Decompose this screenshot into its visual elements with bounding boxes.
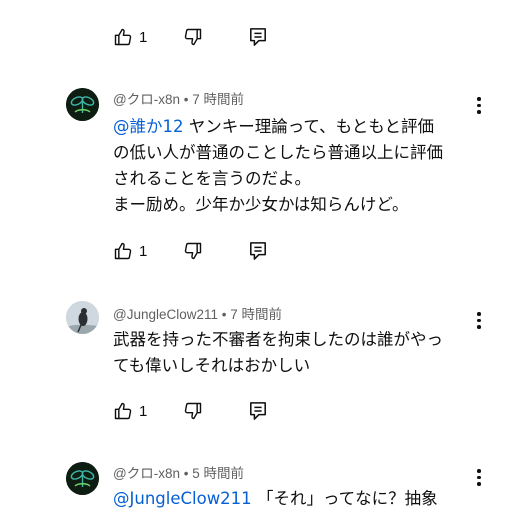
thumb-up-icon: [114, 28, 132, 46]
timestamp[interactable]: 5 時間前: [192, 466, 244, 481]
more-vert-icon: [477, 97, 481, 101]
comment-text: @誰か12 ヤンキー理論って、もともと評価 の低い人が普通のことしたら普通以上に…: [113, 117, 443, 214]
avatar[interactable]: [66, 462, 99, 495]
reply-button[interactable]: [249, 27, 267, 47]
reply-button[interactable]: [249, 241, 267, 261]
plant-logo-icon: [66, 88, 99, 121]
author-name[interactable]: @クロ-x8n: [113, 466, 180, 481]
like-count: 1: [139, 402, 148, 420]
comment-actions: 1: [113, 398, 267, 424]
more-button[interactable]: [474, 97, 484, 114]
thumb-up-icon: [114, 402, 132, 420]
author-name[interactable]: @JungleClow211: [113, 307, 218, 322]
like-button[interactable]: 1: [113, 401, 183, 421]
comment-actions: 1: [113, 24, 267, 50]
thumb-down-icon: [184, 28, 202, 46]
comment-meta: @クロ-x8n • 7 時間前: [113, 88, 244, 108]
reply-icon: [250, 402, 266, 420]
like-count: 1: [139, 28, 148, 46]
more-button[interactable]: [474, 469, 484, 486]
timestamp[interactable]: 7 時間前: [192, 92, 244, 107]
comment-actions: 1: [113, 238, 267, 264]
mention-link[interactable]: @誰か12: [113, 117, 184, 136]
comment-meta: @クロ-x8n • 5 時間前: [113, 462, 244, 482]
comment-meta: @JungleClow211 • 7 時間前: [113, 303, 282, 323]
timestamp[interactable]: 7 時間前: [230, 307, 282, 322]
reply-icon: [250, 242, 266, 260]
dislike-button[interactable]: [183, 241, 249, 261]
plant-logo-icon: [66, 462, 99, 495]
reply-icon: [250, 28, 266, 46]
comment-text: @JungleClow211 「それ」ってなに？抽象: [113, 489, 438, 508]
author-name[interactable]: @クロ-x8n: [113, 92, 180, 107]
mention-link[interactable]: @JungleClow211: [113, 489, 252, 508]
separator: •: [221, 307, 227, 322]
reply-button[interactable]: [249, 401, 267, 421]
like-button[interactable]: 1: [113, 27, 183, 47]
like-button[interactable]: 1: [113, 241, 183, 261]
thumb-down-icon: [184, 402, 202, 420]
bird-photo-icon: [66, 301, 99, 334]
separator: •: [183, 92, 189, 107]
thumb-down-icon: [184, 242, 202, 260]
avatar[interactable]: [66, 88, 99, 121]
separator: •: [183, 466, 189, 481]
thumb-up-icon: [114, 242, 132, 260]
more-vert-icon: [477, 312, 481, 316]
dislike-button[interactable]: [183, 27, 249, 47]
more-vert-icon: [477, 469, 481, 473]
avatar[interactable]: [66, 301, 99, 334]
dislike-button[interactable]: [183, 401, 249, 421]
comment-text: 武器を持った不審者を拘束したのは誰がやっ ても偉いしそれはおかしい: [113, 330, 443, 375]
like-count: 1: [139, 242, 148, 260]
